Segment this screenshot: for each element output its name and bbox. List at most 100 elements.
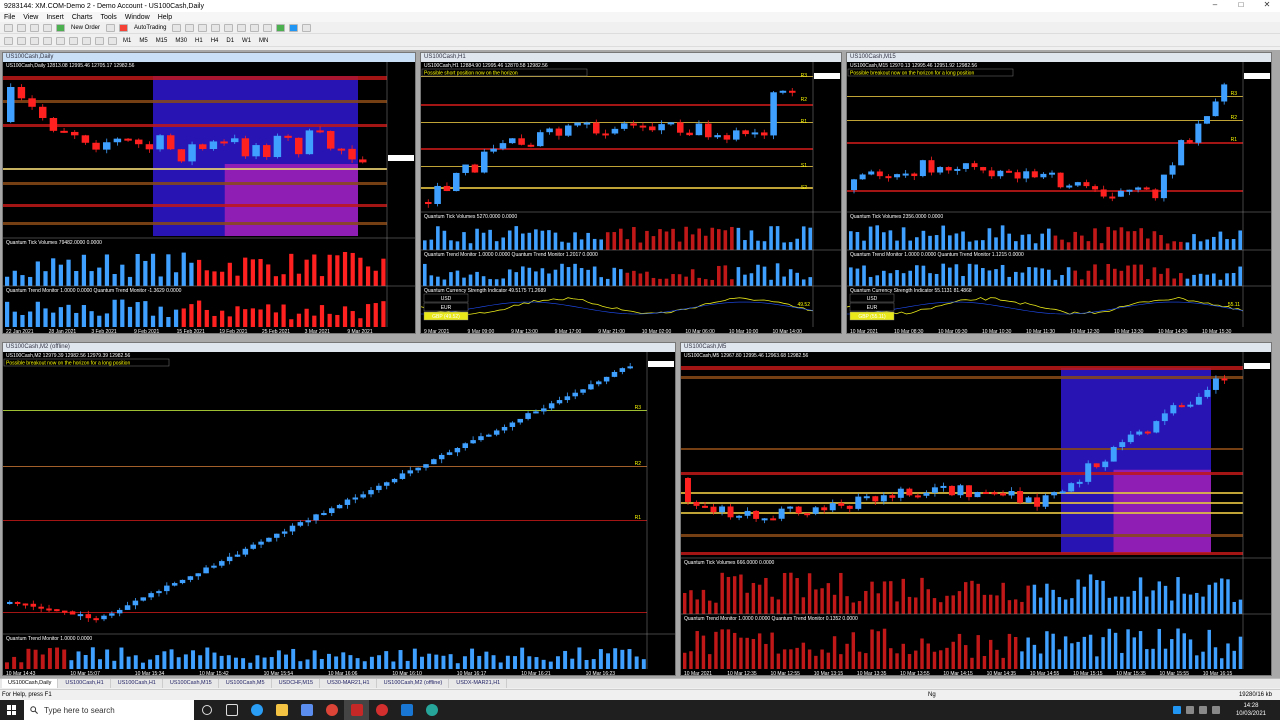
timeframe-h4[interactable]: H4	[209, 38, 221, 44]
xm-terminal-icon[interactable]	[344, 700, 369, 720]
edge-icon[interactable]	[244, 700, 269, 720]
zoom-in-icon[interactable]	[211, 23, 221, 32]
chart-m5[interactable]: US100Cash,M5 12967.80 12995.46 12963.68 …	[681, 352, 1272, 676]
chart-window-daily[interactable]: US100Cash,Daily US100Cash,Daily 12813.08…	[2, 52, 416, 334]
timeframe-m15[interactable]: M15	[154, 38, 170, 44]
cursor-icon[interactable]	[4, 36, 13, 45]
timeframe-mn[interactable]: MN	[257, 38, 270, 44]
taskbar-search[interactable]: Type here to search	[24, 700, 194, 720]
volume-icon[interactable]	[1212, 706, 1220, 714]
tile-windows-icon[interactable]	[237, 23, 247, 32]
chart-caption[interactable]: US100Cash,M5	[681, 343, 1271, 352]
menu-insert[interactable]: Insert	[46, 14, 64, 21]
chevron-up-icon[interactable]	[1186, 706, 1194, 714]
network-icon[interactable]	[1199, 706, 1207, 714]
indicator-bar	[1020, 272, 1025, 286]
store-icon[interactable]	[294, 700, 319, 720]
timeframe-m5[interactable]: M5	[137, 38, 149, 44]
autotrading-icon[interactable]	[119, 23, 129, 32]
fibonacci-icon[interactable]	[82, 36, 91, 45]
chart-caption[interactable]: US100Cash,M15	[847, 53, 1271, 62]
settings-icon[interactable]	[419, 700, 444, 720]
bar-chart-icon[interactable]	[172, 23, 182, 32]
menu-view[interactable]: View	[23, 14, 38, 21]
timeframe-m1[interactable]: M1	[121, 38, 133, 44]
start-button[interactable]	[0, 700, 24, 720]
minimize-icon[interactable]: –	[1202, 0, 1228, 9]
vertical-line-icon[interactable]	[30, 36, 39, 45]
line-chart-icon[interactable]	[198, 23, 208, 32]
autotrading-button[interactable]: AutoTrading	[132, 25, 168, 31]
tab-usdx-h1[interactable]: USDX-MAR21,H1	[450, 679, 508, 688]
candle	[1160, 174, 1167, 199]
indicator-bar	[534, 271, 538, 286]
candle-chart-icon[interactable]	[185, 23, 195, 32]
tab-us100-h1[interactable]: US100Cash,H1	[59, 679, 111, 688]
chrome-icon[interactable]	[319, 700, 344, 720]
chart-window-m15[interactable]: US100Cash,M15 R3 R2 R1 US100Cash,M15 12970.…	[846, 52, 1272, 334]
tab-us100-daily[interactable]: US100Cash,Daily	[2, 679, 59, 688]
menu-help[interactable]: Help	[158, 14, 172, 21]
menu-window[interactable]: Window	[125, 14, 150, 21]
new-chart-icon[interactable]	[4, 23, 13, 32]
file-explorer-icon[interactable]	[269, 700, 294, 720]
tab-us100-m5[interactable]: US100Cash,M5	[220, 679, 272, 688]
text-label-icon[interactable]	[108, 36, 117, 45]
maximize-icon[interactable]: □	[1228, 0, 1254, 9]
indicators-icon[interactable]	[276, 23, 286, 32]
chart-caption[interactable]: US100Cash,H1	[421, 53, 841, 62]
chart-caption[interactable]: US100Cash,Daily	[3, 53, 415, 62]
chart-daily[interactable]: US100Cash,Daily 12813.08 12995.46 12705.…	[3, 62, 416, 334]
channel-icon[interactable]	[69, 36, 78, 45]
tab-us100-h1-2[interactable]: US100Cash,H1	[112, 679, 163, 688]
indicator-bar	[90, 647, 95, 669]
app-icon-red[interactable]	[369, 700, 394, 720]
indicator-bar	[1185, 242, 1190, 250]
tab-us30-h1[interactable]: US30-MAR21,H1	[321, 679, 377, 688]
task-view-icon[interactable]	[219, 700, 244, 720]
chart-window-m5[interactable]: US100Cash,M5 US100Cash,M5 12967.80 12995…	[680, 342, 1272, 676]
horizontal-line-icon[interactable]	[43, 36, 52, 45]
crosshair-icon[interactable]	[17, 36, 26, 45]
new-order-button[interactable]: New Order	[69, 25, 102, 31]
tab-us100-m15[interactable]: US100Cash,M15	[164, 679, 219, 688]
text-icon[interactable]	[95, 36, 104, 45]
chart-shift-icon[interactable]	[263, 23, 273, 32]
zoom-out-icon[interactable]	[224, 23, 234, 32]
tab-usdchf-m15[interactable]: USDCHF,M15	[273, 679, 321, 688]
indicator-bar	[348, 655, 353, 669]
profiles-icon[interactable]	[17, 23, 26, 32]
menu-tools[interactable]: Tools	[100, 14, 116, 21]
time-axis-label: 3 Feb 2021	[91, 329, 117, 334]
trendline-icon[interactable]	[56, 36, 65, 45]
cortana-icon[interactable]	[194, 700, 219, 720]
timeframe-m30[interactable]: M30	[173, 38, 189, 44]
indicator-bar	[934, 235, 939, 250]
chart-m15[interactable]: R3 R2 R1 US100Cash,M15 12970.13 12995.46 12…	[847, 62, 1272, 334]
chart-window-h1[interactable]: US100Cash,H1 R3 R2 R1 S1 S2 US100Cash,H1 1288…	[420, 52, 842, 334]
chart-m2[interactable]: R3 R2 R1 US100Cash,M2 12979.39 12982.56 129…	[3, 352, 676, 676]
menu-file[interactable]: File	[4, 14, 15, 21]
market-watch-icon[interactable]	[30, 23, 39, 32]
chart-window-m2[interactable]: US100Cash,M2 (offline) R3 R2 R1 US100Cash,M…	[2, 342, 676, 676]
chart-caption[interactable]: US100Cash,M2 (offline)	[3, 343, 675, 352]
mail-icon[interactable]	[394, 700, 419, 720]
close-icon[interactable]: ✕	[1254, 0, 1280, 9]
metaeditor-icon[interactable]	[106, 23, 116, 32]
navigator-icon[interactable]	[43, 23, 52, 32]
timeframe-w1[interactable]: W1	[240, 38, 253, 44]
templates-icon[interactable]	[302, 23, 312, 32]
autoscroll-icon[interactable]	[250, 23, 260, 32]
candle	[1076, 481, 1083, 484]
taskbar-clock[interactable]: 14:28 10/03/2021	[1236, 702, 1266, 718]
tray-app-icon[interactable]	[1173, 706, 1181, 714]
new-order-icon[interactable]	[56, 23, 65, 32]
level-line	[3, 466, 647, 467]
timeframe-d1[interactable]: D1	[224, 38, 236, 44]
tab-us100-m2-offline[interactable]: US100Cash,M2 (offline)	[378, 679, 450, 688]
timeframe-h1[interactable]: H1	[193, 38, 205, 44]
periods-icon[interactable]	[289, 23, 299, 32]
candle	[226, 556, 233, 562]
menu-charts[interactable]: Charts	[72, 14, 93, 21]
chart-h1[interactable]: R3 R2 R1 S1 S2 US100Cash,H1 12884.90 12995.46…	[421, 62, 842, 334]
